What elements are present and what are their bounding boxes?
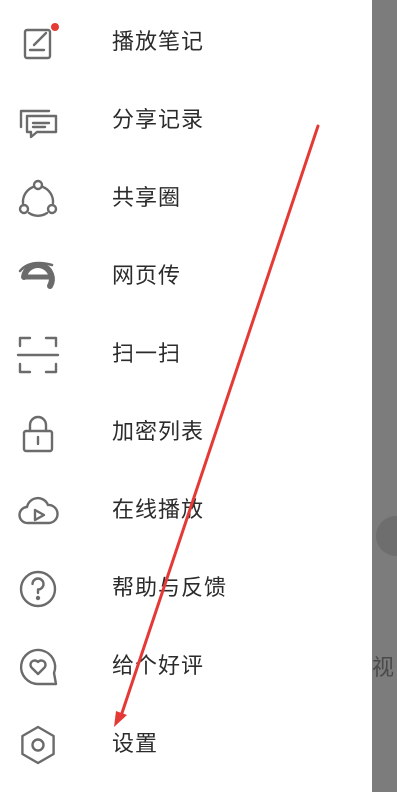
menu-item-web-transfer[interactable]: 网页传 bbox=[0, 238, 372, 316]
menu-label-web-transfer: 网页传 bbox=[112, 264, 182, 289]
cloud-play-icon bbox=[16, 489, 60, 533]
menu-item-settings[interactable]: 设置 bbox=[0, 706, 372, 784]
menu-item-encrypted-list[interactable]: 加密列表 bbox=[0, 394, 372, 472]
menu-label-online-play: 在线播放 bbox=[112, 498, 205, 523]
menu-label-encrypted-list: 加密列表 bbox=[112, 420, 205, 445]
menu-item-rate-us[interactable]: 给个好评 bbox=[0, 628, 372, 706]
menu-item-share-circle[interactable]: 共享圈 bbox=[0, 160, 372, 238]
lock-icon bbox=[16, 411, 60, 455]
settings-icon bbox=[16, 723, 60, 767]
menu-label-share-circle: 共享圈 bbox=[112, 186, 182, 211]
menu-item-share-history[interactable]: 分享记录 bbox=[0, 82, 372, 160]
menu-label-share-history: 分享记录 bbox=[112, 108, 205, 133]
menu-item-play-notes[interactable]: 播放笔记 bbox=[0, 4, 372, 82]
share-history-icon bbox=[16, 99, 60, 143]
menu-label-scan: 扫一扫 bbox=[112, 342, 182, 367]
notification-dot bbox=[51, 23, 59, 31]
menu-label-settings: 设置 bbox=[112, 732, 159, 757]
scan-icon bbox=[16, 333, 60, 377]
menu-label-help-feedback: 帮助与反馈 bbox=[112, 576, 228, 601]
web-transfer-icon bbox=[16, 255, 60, 299]
menu-item-help-feedback[interactable]: 帮助与反馈 bbox=[0, 550, 372, 628]
menu-item-scan[interactable]: 扫一扫 bbox=[0, 316, 372, 394]
menu-label-play-notes: 播放笔记 bbox=[112, 30, 205, 55]
menu-label-rate-us: 给个好评 bbox=[112, 654, 205, 679]
background-partial-text: 视 bbox=[372, 656, 395, 681]
share-circle-icon bbox=[16, 177, 60, 221]
heart-chat-icon bbox=[16, 645, 60, 689]
background-overlay[interactable]: 视 bbox=[372, 0, 397, 792]
menu-item-online-play[interactable]: 在线播放 bbox=[0, 472, 372, 550]
navigation-drawer: 播放笔记 分享记录 共享圈 网页传 扫一扫 加密列表 在线播放 帮助与反馈 给个… bbox=[0, 0, 372, 792]
help-icon bbox=[16, 567, 60, 611]
background-shape bbox=[376, 516, 397, 556]
